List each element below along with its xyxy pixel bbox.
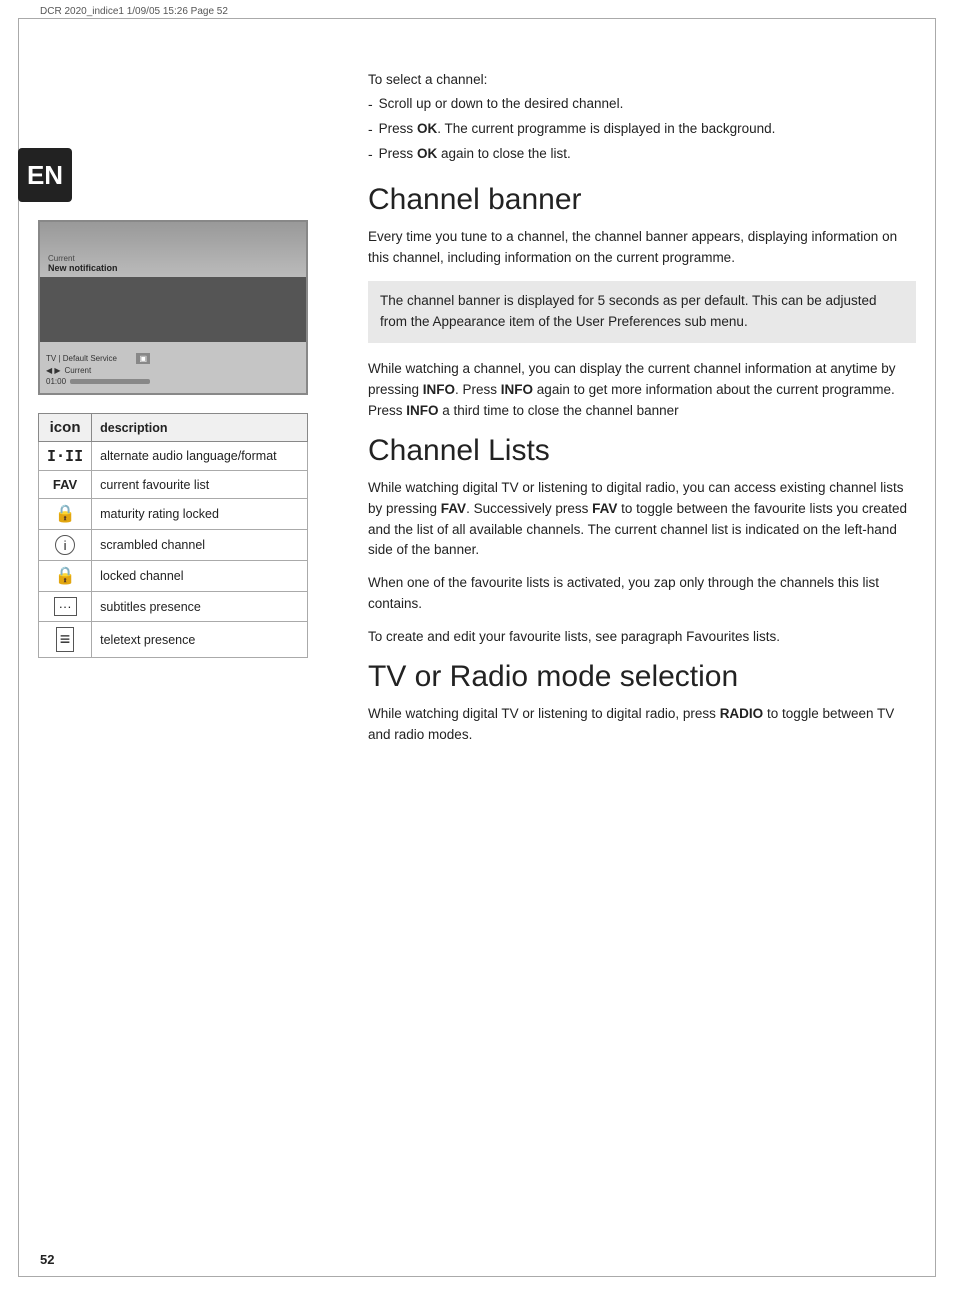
icon-maturity-lock: 🔒 — [39, 499, 92, 530]
tv-bottom-row1: TV | Default Service ▣ — [46, 353, 150, 364]
icon-audio: I·II — [39, 442, 92, 471]
tv-label-small: Current — [48, 254, 298, 263]
border-top — [18, 18, 936, 19]
table-row: I·II alternate audio language/format — [39, 442, 308, 471]
tv-icon-small: ▣ — [136, 353, 150, 364]
tv-screen-dark — [40, 277, 306, 342]
channel-banner-title: Channel banner — [368, 183, 916, 217]
table-header-desc: description — [92, 414, 308, 442]
channel-banner-section: Channel banner Every time you tune to a … — [368, 183, 916, 421]
channel-lists-para3: To create and edit your favourite lists,… — [368, 627, 916, 648]
icon-description-table: icon description I·II alternate audio la… — [38, 413, 308, 658]
table-row: 🔒 maturity rating locked — [39, 499, 308, 530]
desc-teletext: teletext presence — [92, 622, 308, 658]
channel-banner-para2: While watching a channel, you can displa… — [368, 359, 916, 422]
maturity-lock-icon: 🔒 — [54, 504, 75, 523]
border-bottom — [18, 1276, 936, 1277]
header-line: DCR 2020_indice1 1/09/05 15:26 Page 52 — [40, 6, 228, 17]
tv-screen-mockup: Current New notification TV | Default Se… — [38, 220, 308, 395]
tv-time: 01:00 — [46, 377, 66, 386]
icon-teletext: ≡ — [39, 622, 92, 658]
right-column: To select a channel: - Scroll up or down… — [368, 70, 916, 758]
locked-icon: 🔒 — [54, 566, 75, 585]
table-header-icon: icon — [39, 414, 92, 442]
desc-maturity: maturity rating locked — [92, 499, 308, 530]
left-column: Current New notification TV | Default Se… — [38, 220, 348, 658]
table-row: ··· subtitles presence — [39, 592, 308, 622]
channel-lists-para1: While watching digital TV or listening t… — [368, 478, 916, 562]
bullet-text-3: Press OK again to close the list. — [379, 144, 571, 165]
bullet-1: - Scroll up or down to the desired chann… — [368, 94, 916, 115]
bullet-3: - Press OK again to close the list. — [368, 144, 916, 165]
tv-nav-arrows: ◀ ▶ — [46, 366, 61, 375]
icon-locked: 🔒 — [39, 561, 92, 592]
tv-service-label: TV | Default Service — [46, 354, 117, 363]
teletext-icon: ≡ — [56, 627, 75, 652]
fav-icon: FAV — [53, 477, 77, 492]
dash-3: - — [368, 144, 373, 165]
tv-bottom-row2: ◀ ▶ Current — [46, 366, 150, 375]
icon-fav: FAV — [39, 471, 92, 499]
tv-bottom-left: TV | Default Service ▣ ◀ ▶ Current 01:00 — [46, 353, 150, 386]
table-row: i scrambled channel — [39, 530, 308, 561]
icon-subtitles: ··· — [39, 592, 92, 622]
border-right — [935, 18, 936, 1277]
dash-2: - — [368, 119, 373, 140]
tv-radio-title: TV or Radio mode selection — [368, 660, 916, 694]
icon-scrambled: i — [39, 530, 92, 561]
tv-progress-bar — [70, 379, 150, 384]
desc-fav: current favourite list — [92, 471, 308, 499]
table-row: ≡ teletext presence — [39, 622, 308, 658]
tv-label-bold: New notification — [48, 263, 298, 273]
scrambled-icon: i — [55, 535, 75, 555]
desc-subtitles: subtitles presence — [92, 592, 308, 622]
bullet-text-1: Scroll up or down to the desired channel… — [379, 94, 624, 115]
tv-bottom-row3: 01:00 — [46, 377, 150, 386]
bullet-2: - Press OK. The current programme is dis… — [368, 119, 916, 140]
table-row: FAV current favourite list — [39, 471, 308, 499]
channel-lists-para2: When one of the favourite lists is activ… — [368, 573, 916, 615]
bullet-text-2: Press OK. The current programme is displ… — [379, 119, 776, 140]
tv-radio-para1: While watching digital TV or listening t… — [368, 704, 916, 746]
note-box: The channel banner is displayed for 5 se… — [368, 281, 916, 343]
desc-audio: alternate audio language/format — [92, 442, 308, 471]
dash-1: - — [368, 94, 373, 115]
page-number: 52 — [40, 1252, 54, 1267]
en-badge: EN — [18, 148, 72, 202]
tv-current-label: Current — [65, 366, 92, 375]
audio-icon: I·II — [47, 447, 83, 465]
channel-banner-para1: Every time you tune to a channel, the ch… — [368, 227, 916, 269]
tv-screen-top: Current New notification — [40, 222, 306, 277]
channel-lists-section: Channel Lists While watching digital TV … — [368, 434, 916, 648]
border-left — [18, 18, 19, 1277]
desc-locked: locked channel — [92, 561, 308, 592]
desc-scrambled: scrambled channel — [92, 530, 308, 561]
channel-lists-title: Channel Lists — [368, 434, 916, 468]
subtitles-icon: ··· — [54, 597, 77, 616]
intro-section: To select a channel: - Scroll up or down… — [368, 70, 916, 165]
intro-label: To select a channel: — [368, 70, 916, 90]
tv-bottom-bar: TV | Default Service ▣ ◀ ▶ Current 01:00 — [40, 342, 306, 395]
table-row: 🔒 locked channel — [39, 561, 308, 592]
tv-radio-section: TV or Radio mode selection While watchin… — [368, 660, 916, 746]
